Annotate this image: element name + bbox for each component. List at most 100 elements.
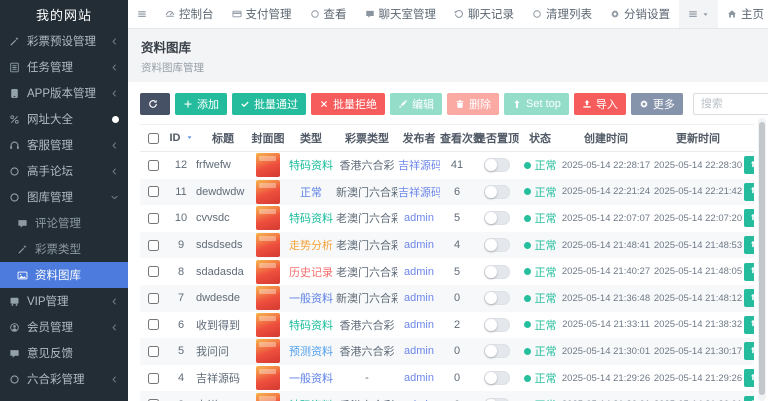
set-top-button[interactable]: 置顶 <box>744 289 754 307</box>
tabs-dropdown-button[interactable] <box>679 0 718 28</box>
pin-toggle[interactable] <box>484 318 510 332</box>
set-top-button[interactable]: 置顶 <box>744 183 754 201</box>
column-header[interactable]: 发布者 <box>398 125 440 152</box>
cover-thumbnail[interactable] <box>256 153 280 177</box>
pin-toggle[interactable] <box>484 371 510 385</box>
cover-thumbnail[interactable] <box>256 260 280 284</box>
pin-toggle[interactable] <box>484 185 510 199</box>
column-header[interactable]: ID <box>166 125 196 152</box>
row-checkbox[interactable] <box>148 293 159 304</box>
cell-publisher-link[interactable]: admin <box>398 258 440 285</box>
sidebar-item[interactable]: 客服管理 <box>0 132 128 158</box>
navbar-item[interactable]: 清理列表 <box>523 0 601 28</box>
cell-publisher-link[interactable]: admin <box>398 365 440 392</box>
cell-publisher-link[interactable]: 吉祥源码 <box>398 179 440 206</box>
cover-thumbnail[interactable] <box>256 180 280 204</box>
column-header[interactable]: 彩票类型 <box>336 125 398 152</box>
cover-thumbnail[interactable] <box>256 393 280 401</box>
column-header[interactable]: 更新时间 <box>652 125 744 152</box>
toolbar-button[interactable]: 导入 <box>574 93 626 115</box>
set-top-button[interactable]: 置顶 <box>744 209 754 227</box>
cover-thumbnail[interactable] <box>256 206 280 230</box>
row-checkbox[interactable] <box>148 186 159 197</box>
pin-toggle[interactable] <box>484 291 510 305</box>
vertical-scrollbar[interactable] <box>758 118 766 401</box>
set-top-button[interactable]: 置顶 <box>744 263 754 281</box>
column-header[interactable]: 是否置顶 <box>474 125 520 152</box>
row-checkbox[interactable] <box>148 160 159 171</box>
toolbar-button[interactable]: 批量通过 <box>232 93 306 115</box>
cell-publisher-link[interactable]: admin <box>398 338 440 365</box>
row-checkbox[interactable] <box>148 319 159 330</box>
sidebar-item[interactable]: 评论管理 <box>0 210 128 236</box>
pin-toggle[interactable] <box>484 398 510 401</box>
toolbar-button[interactable]: 批量拒绝 <box>311 93 385 115</box>
toolbar-button[interactable] <box>140 93 170 115</box>
set-top-button[interactable]: 置顶 <box>744 156 754 174</box>
column-header[interactable] <box>140 125 166 152</box>
cover-thumbnail[interactable] <box>256 286 280 310</box>
toolbar-button[interactable]: 更多 <box>631 93 683 115</box>
column-header[interactable]: 查看次数 <box>440 125 474 152</box>
pin-toggle[interactable] <box>484 344 510 358</box>
sort-desc-icon[interactable] <box>186 134 193 141</box>
row-checkbox[interactable] <box>148 213 159 224</box>
pin-toggle[interactable] <box>484 238 510 252</box>
cover-thumbnail[interactable] <box>256 366 280 390</box>
pin-toggle[interactable] <box>484 158 510 172</box>
sidebar-item[interactable]: 会员管理 <box>0 314 128 340</box>
pin-toggle[interactable] <box>484 265 510 279</box>
sidebar-item[interactable]: 高手论坛 <box>0 158 128 184</box>
set-top-button[interactable]: 置顶 <box>744 236 754 254</box>
cover-thumbnail[interactable] <box>256 233 280 257</box>
cell-publisher-link[interactable]: admin <box>398 312 440 339</box>
sidebar-toggle-button[interactable] <box>128 0 156 28</box>
sidebar-item[interactable]: 网址大全 <box>0 106 128 132</box>
cell-publisher-link[interactable]: admin <box>398 285 440 312</box>
set-top-button[interactable]: 置顶 <box>744 316 754 334</box>
sidebar-item[interactable]: 任务管理 <box>0 54 128 80</box>
toolbar-button[interactable]: 添加 <box>175 93 227 115</box>
row-checkbox[interactable] <box>148 266 159 277</box>
set-top-button[interactable]: 置顶 <box>744 396 754 401</box>
column-header[interactable]: 标题 <box>196 125 250 152</box>
scrollbar-thumb[interactable] <box>759 122 765 395</box>
navbar-item[interactable]: 支付管理 <box>223 0 301 28</box>
sidebar-item[interactable]: 六合彩管理 <box>0 366 128 392</box>
navbar-item[interactable]: 分销设置 <box>601 0 679 28</box>
column-header[interactable]: 状态 <box>520 125 560 152</box>
select-all-checkbox[interactable] <box>148 133 159 144</box>
toolbar-button[interactable]: Set top <box>504 93 569 115</box>
cell-publisher-link[interactable]: admin <box>398 205 440 232</box>
cell-publisher-link[interactable]: admin <box>398 391 440 401</box>
sidebar-item[interactable]: 彩票预设管理 <box>0 28 128 54</box>
row-checkbox[interactable] <box>148 240 159 251</box>
navbar-item[interactable]: 查看 <box>301 0 356 28</box>
cell-publisher-link[interactable]: 吉祥源码 <box>398 152 440 179</box>
sidebar-item[interactable]: 资料图库 <box>0 262 128 288</box>
pin-toggle[interactable] <box>484 211 510 225</box>
column-header[interactable]: 创建时间 <box>560 125 652 152</box>
toolbar-button[interactable]: 编辑 <box>390 93 442 115</box>
navbar-item[interactable]: 控制台 <box>156 0 223 28</box>
navbar-item[interactable]: 聊天室管理 <box>356 0 446 28</box>
navbar-item[interactable]: 聊天记录 <box>445 0 523 28</box>
sidebar-item[interactable]: 彩票类型 <box>0 236 128 262</box>
set-top-button[interactable]: 置顶 <box>744 342 754 360</box>
column-header[interactable]: 类型 <box>286 125 336 152</box>
toolbar-button[interactable]: 删除 <box>447 93 499 115</box>
column-header[interactable]: 封面图 <box>250 125 286 152</box>
column-header[interactable]: 操作 <box>744 125 754 152</box>
set-top-button[interactable]: 置顶 <box>744 369 754 387</box>
search-input[interactable] <box>693 93 768 115</box>
row-checkbox[interactable] <box>148 346 159 357</box>
cell-publisher-link[interactable]: admin <box>398 232 440 259</box>
sidebar-item[interactable]: APP版本管理 <box>0 80 128 106</box>
sidebar-item[interactable]: 图库管理 <box>0 184 128 210</box>
cover-thumbnail[interactable] <box>256 339 280 363</box>
sidebar-item[interactable]: 意见反馈 <box>0 340 128 366</box>
row-checkbox[interactable] <box>148 373 159 384</box>
navbar-item[interactable]: 主页 <box>718 0 768 28</box>
cover-thumbnail[interactable] <box>256 313 280 337</box>
sidebar-item[interactable]: VIP管理 <box>0 288 128 314</box>
